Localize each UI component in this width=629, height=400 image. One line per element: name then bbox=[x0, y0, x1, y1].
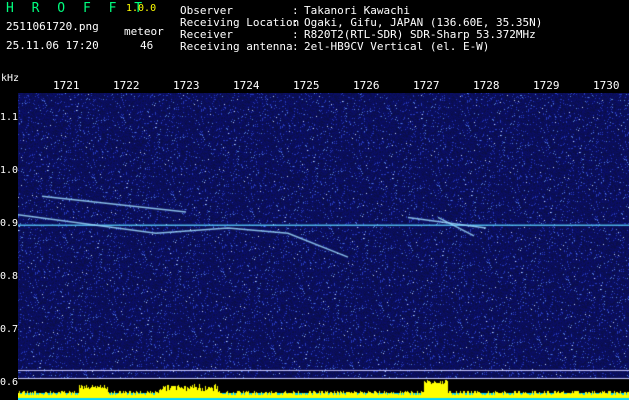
time-tick-label: 1723 bbox=[173, 79, 200, 92]
hrofft-window: H R O F F T 1.0.0 2511061720.png 25.11.0… bbox=[0, 0, 629, 400]
time-tick-label: 1727 bbox=[413, 79, 440, 92]
observer-label: Observer bbox=[180, 4, 233, 17]
time-tick-label: 1724 bbox=[233, 79, 260, 92]
image-filename: 2511061720.png bbox=[6, 20, 99, 33]
observer-separator: : bbox=[292, 4, 299, 17]
time-tick-label: 1730 bbox=[593, 79, 620, 92]
spectrogram bbox=[18, 93, 629, 400]
app-version: 1.0.0 bbox=[126, 3, 157, 14]
frequency-unit-label: kHz bbox=[1, 73, 20, 84]
time-tick-label: 1725 bbox=[293, 79, 320, 92]
frequency-tick-label: 0.8 bbox=[0, 271, 19, 283]
receiver-value: R820T2(RTL-SDR) SDR-Sharp 53.372MHz bbox=[304, 28, 536, 41]
receiver-separator: : bbox=[292, 28, 299, 41]
time-tick-label: 1721 bbox=[53, 79, 80, 92]
antenna-separator: : bbox=[292, 40, 299, 53]
receiver-label: Receiver bbox=[180, 28, 233, 41]
location-label: Receiving Location bbox=[180, 16, 300, 29]
meteor-label: meteor bbox=[124, 25, 164, 38]
meteor-count: 46 bbox=[140, 39, 154, 52]
time-tick-label: 1728 bbox=[473, 79, 500, 92]
capture-datetime: 25.11.06 17:20 bbox=[6, 39, 99, 52]
location-separator: : bbox=[292, 16, 299, 29]
antenna-label: Receiving antenna bbox=[180, 40, 293, 53]
time-tick-label: 1722 bbox=[113, 79, 140, 92]
observer-value: Takanori Kawachi bbox=[304, 4, 410, 17]
time-tick-label: 1729 bbox=[533, 79, 560, 92]
frequency-tick-label: 0.6 bbox=[0, 377, 19, 389]
frequency-tick-label: 0.7 bbox=[0, 324, 19, 336]
location-value: Ogaki, Gifu, JAPAN (136.60E, 35.35N) bbox=[304, 16, 543, 29]
frequency-tick-label: 1.1 bbox=[0, 112, 19, 124]
frequency-tick-label: 1.0 bbox=[0, 165, 19, 177]
antenna-value: 2el-HB9CV Vertical (el. E-W) bbox=[304, 40, 490, 53]
frequency-tick-label: 0.9 bbox=[0, 218, 19, 230]
time-tick-label: 1726 bbox=[353, 79, 380, 92]
spectrogram-canvas bbox=[18, 93, 629, 400]
